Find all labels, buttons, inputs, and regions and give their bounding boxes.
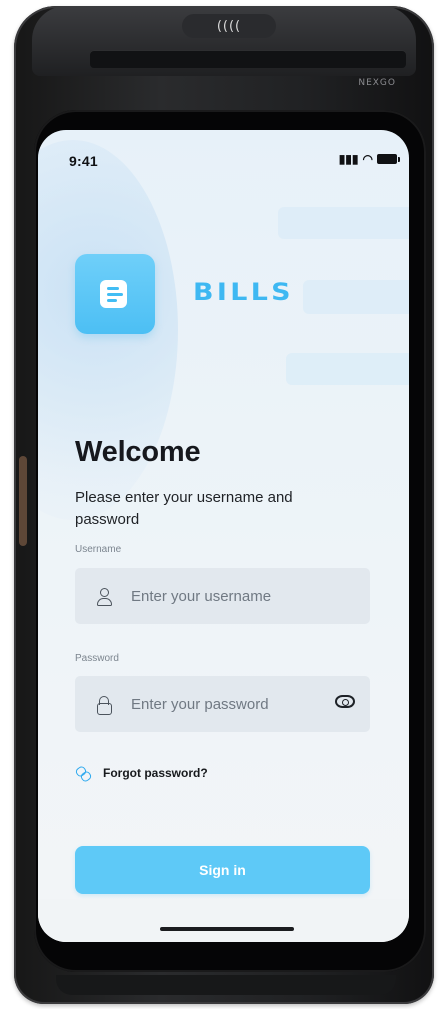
status-icons: ▮▮▮ ◠: [338, 152, 400, 166]
brand-name: BILLS: [193, 278, 294, 306]
receipt-line: [107, 287, 119, 290]
wifi-icon: ◠: [362, 152, 373, 166]
card-slot: [90, 50, 406, 68]
signal-icon: ▮▮▮: [338, 152, 359, 166]
password-label: Password: [75, 653, 119, 664]
terminal-brand-mark: NEXGO: [358, 78, 396, 88]
lock-icon: [95, 695, 113, 715]
username-field[interactable]: [75, 568, 370, 624]
page-title: Welcome: [75, 436, 201, 468]
forgot-password-label: Forgot password?: [103, 766, 208, 780]
receipt-line: [107, 299, 117, 302]
forgot-password-link[interactable]: Forgot password?: [75, 766, 208, 780]
password-field[interactable]: [75, 676, 370, 732]
bills-logo: [75, 254, 155, 334]
background-bar: [303, 280, 409, 314]
bottom-safe-area: [38, 899, 409, 942]
battery-icon: [377, 154, 400, 164]
receipt-icon: [100, 280, 127, 308]
login-instructions: Please enter your username and password: [75, 489, 293, 528]
background-bar: [286, 353, 409, 385]
terminal-bottom: [56, 975, 396, 995]
sign-in-button[interactable]: Sign in: [75, 846, 370, 894]
user-icon: [95, 587, 113, 606]
receipt-line: [107, 293, 123, 296]
eye-icon[interactable]: [335, 695, 355, 708]
login-screen: 9:41 ▮▮▮ ◠ BILLS Welcome Please enter yo…: [38, 130, 409, 942]
side-button: [19, 456, 27, 546]
terminal-top: ((((: [32, 6, 416, 76]
chain-icon: [75, 766, 91, 780]
username-input[interactable]: [129, 586, 319, 606]
status-time: 9:41: [69, 153, 98, 169]
background-bar: [278, 207, 409, 239]
nfc-mark: ((((: [182, 14, 276, 38]
password-input[interactable]: [129, 694, 319, 714]
username-label: Username: [75, 544, 122, 555]
home-indicator[interactable]: [160, 927, 294, 931]
